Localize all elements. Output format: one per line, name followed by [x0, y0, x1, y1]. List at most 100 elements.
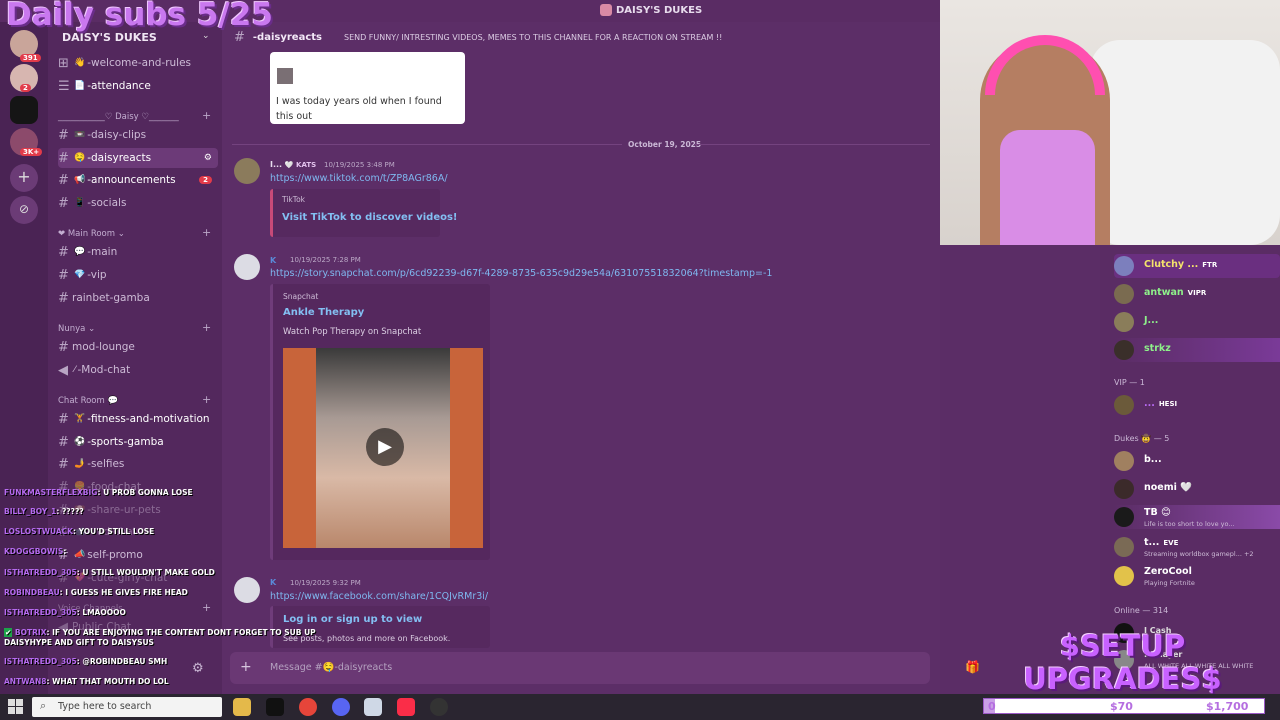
chat-line: ✔ BOTRIX: IF YOU ARE ENJOYING THE CONTEN… [4, 628, 316, 637]
discord-icon[interactable] [332, 698, 350, 716]
obs-icon[interactable] [430, 698, 448, 716]
attach-icon[interactable]: + [240, 659, 252, 675]
message-link[interactable]: https://story.snapchat.com/p/6cd92239-d6… [270, 268, 772, 279]
store-icon[interactable] [364, 698, 382, 716]
add-channel-icon[interactable]: + [202, 321, 211, 334]
member-item[interactable]: TB 😊 Life is too short to love yo... [1114, 505, 1280, 529]
avatar[interactable] [234, 254, 260, 280]
hash-icon: ⊞ [58, 55, 69, 71]
windows-start-icon[interactable] [8, 699, 24, 715]
channel-item[interactable]: # rainbet-gamba [58, 288, 218, 308]
channel-item[interactable]: # 💬 -main [58, 242, 218, 262]
add-channel-icon[interactable]: + [202, 393, 211, 406]
member-status: Streaming worldbox gamepl... +2 [1144, 550, 1254, 558]
member-item[interactable]: noemi 🤍 [1114, 477, 1280, 501]
hash-icon: # [58, 339, 69, 355]
music-icon[interactable] [397, 698, 415, 716]
message-timestamp: 10/19/2025 9:32 PM [290, 579, 361, 587]
message-composer[interactable]: + Message #🤤-daisyreacts 🎁 [230, 652, 980, 684]
add-server-icon[interactable]: + [10, 164, 38, 192]
channel-item-selected[interactable]: # 🤤 -daisyreacts ⚙ [58, 148, 218, 168]
member-item[interactable]: J... [1114, 310, 1280, 334]
add-channel-icon[interactable]: + [202, 601, 211, 614]
member-item[interactable]: t... EVE Streaming worldbox gamepl... +2 [1114, 535, 1280, 559]
channel-item[interactable]: ⊞ 👋 -welcome-and-rules [58, 53, 218, 73]
member-name: J... [1144, 315, 1159, 326]
chair [1090, 40, 1280, 245]
role-header: VIP — 1 [1114, 378, 1145, 387]
category-main-room[interactable]: ❤ Main Room ⌄ [58, 229, 125, 239]
hash-icon: # [58, 434, 69, 450]
chat-line: FUNKMASTERFLEXBIG: U PROB GONNA LOSE [4, 488, 193, 497]
avatar [1114, 507, 1134, 527]
category-nunya[interactable]: Nunya ⌄ [58, 324, 95, 334]
chat-line: ISTHATREDD_305: U STILL WOULDN'T MAKE GO… [4, 568, 215, 577]
message-link[interactable]: https://www.facebook.com/share/1CQJvRMr3… [270, 591, 488, 602]
link-embed: Snapchat Ankle Therapy Watch Pop Therapy… [270, 284, 490, 560]
avatar [1114, 395, 1134, 415]
embed-title[interactable]: Ankle Therapy [283, 307, 364, 318]
settings-icon[interactable]: ⚙ [204, 153, 212, 163]
taskbar-search[interactable]: ⌕ Type here to search [32, 697, 222, 717]
channel-item[interactable]: ◀ ⁄ -Mod-chat [58, 360, 218, 380]
speaker-icon: ◀ [58, 362, 68, 378]
message-author[interactable]: I... 🤍 KATS [270, 160, 316, 169]
avatar [1114, 312, 1134, 332]
message-input[interactable]: Message #🤤-daisyreacts [270, 662, 392, 673]
member-item[interactable]: antwan VIPR [1114, 282, 1280, 306]
channel-item[interactable]: # 📼 -daisy-clips [58, 125, 218, 145]
hash-icon: # [58, 150, 69, 166]
member-name: TB 😊 [1144, 507, 1171, 518]
channel-item[interactable]: # mod-lounge [58, 337, 218, 357]
embed-title[interactable]: Visit TikTok to discover videos! [282, 212, 457, 223]
server-icon[interactable] [10, 96, 38, 124]
add-channel-icon[interactable]: + [202, 226, 211, 239]
mention-badge: 2 [199, 176, 212, 184]
message-author[interactable]: K [270, 256, 276, 265]
channel-name: -daisyreacts [252, 31, 322, 43]
image-embed[interactable]: I was today years old when I found this … [270, 52, 465, 124]
chrome-icon[interactable] [299, 698, 317, 716]
member-item[interactable]: b... [1114, 449, 1280, 473]
channel-item[interactable]: # ⚽ -sports-gamba [58, 432, 218, 452]
stream-title-overlay: Daily subs 5/25 [6, 0, 273, 33]
avatar [1114, 566, 1134, 586]
hash-icon: # [58, 127, 69, 143]
video-thumbnail[interactable]: ▶ [283, 348, 483, 548]
member-item[interactable]: ZeroCool Playing Fortnite [1114, 564, 1280, 588]
member-item[interactable]: strkz [1114, 338, 1280, 362]
channel-item[interactable]: ☰ 📄 -attendance [58, 76, 218, 96]
channel-item[interactable]: # 📢 -announcements 2 [58, 170, 218, 190]
member-item[interactable]: Clutchy ... FTR [1114, 254, 1280, 278]
play-icon[interactable]: ▶ [366, 428, 404, 466]
chat-line: ISTHATREDD_305: LMAOOOO [4, 608, 126, 617]
embed-title[interactable]: Log in or sign up to view [283, 614, 422, 625]
category-daisy[interactable]: ___________♡ Daisy ♡_______ [58, 112, 179, 122]
channel-item[interactable]: # 📣 self-promo [58, 545, 218, 565]
channel-topic: SEND FUNNY/ INTRESTING VIDEOS, MEMES TO … [343, 32, 723, 42]
message-link[interactable]: https://www.tiktok.com/t/ZP8AGr86A/ [270, 173, 448, 184]
avatar[interactable] [234, 158, 260, 184]
category-chat-room[interactable]: Chat Room 💬 [58, 396, 118, 406]
avatar[interactable] [234, 577, 260, 603]
user-settings-icon[interactable]: ⚙ [192, 661, 204, 676]
window-title: DAISY'S DUKES [600, 4, 702, 16]
message-author[interactable]: K [270, 578, 276, 587]
gift-icon[interactable]: 🎁 [965, 660, 980, 674]
discover-icon[interactable]: ⊘ [10, 196, 38, 224]
channel-item[interactable]: # 🏋 -fitness-and-motivation [58, 409, 218, 429]
channel-item[interactable]: # 📱 -socials [58, 193, 218, 213]
file-explorer-icon[interactable] [233, 698, 251, 716]
hash-icon: # [58, 244, 69, 260]
message-timestamp: 10/19/2025 7:28 PM [290, 256, 361, 264]
tiktok-icon[interactable] [266, 698, 284, 716]
message-timestamp: 10/19/2025 3:48 PM [324, 161, 395, 169]
channel-item[interactable]: # 💎 -vip [58, 265, 218, 285]
member-status: Playing Fortnite [1144, 579, 1195, 587]
server-icon [600, 4, 612, 16]
member-item[interactable]: ... HESI [1114, 393, 1280, 417]
add-channel-icon[interactable]: + [202, 109, 211, 122]
chat-line: KDOGGBOWIS: [4, 547, 67, 556]
channel-item[interactable]: # 🤳 -selfies [58, 454, 218, 474]
member-name: Clutchy ... FTR [1144, 259, 1218, 270]
